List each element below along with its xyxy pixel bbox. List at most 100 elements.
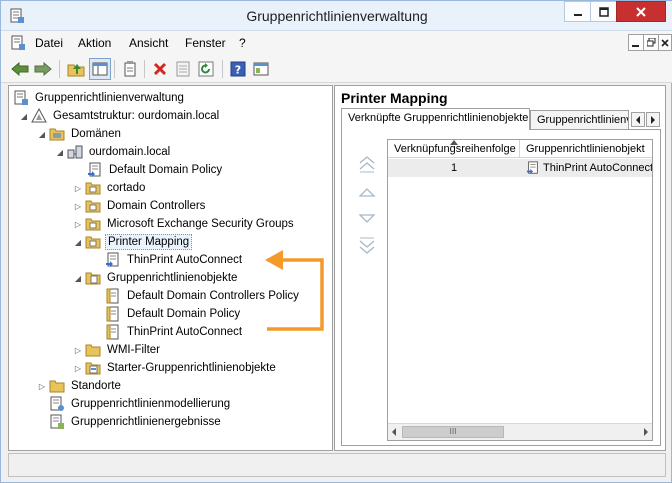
tree-item-printer-mapping[interactable]: ◢ Printer Mapping (73, 233, 193, 251)
tree-label: ThinPrint AutoConnect (127, 326, 243, 338)
folder-icon (49, 128, 65, 141)
tree-item-domains[interactable]: ◢ Domänen (37, 125, 123, 143)
tree-item-gpo-domain-policy[interactable]: Default Domain Policy (105, 305, 242, 323)
expand-triangle-icon[interactable]: ▷ (73, 184, 83, 193)
system-menu-icon[interactable] (10, 35, 26, 51)
table-cell-order: 1 (450, 162, 458, 174)
svg-text:?: ? (235, 64, 241, 77)
tree-label: Domänen (71, 128, 121, 140)
tree-item-sites[interactable]: ▷ Standorte (37, 377, 123, 395)
delete-button[interactable] (149, 58, 171, 80)
minimize-icon (632, 44, 639, 47)
forest-icon (31, 108, 47, 123)
title-bar[interactable]: Gruppenrichtlinienverwaltung (1, 1, 672, 31)
tree-item-starter-gpos[interactable]: ▷ Starter-Gruppenrichtlinienobjekte (73, 359, 278, 377)
tree-label: ThinPrint AutoConnect (127, 254, 243, 266)
linked-gpos-panel: Verknüpfungsreihenfolge Gruppenrichtlini… (341, 129, 661, 446)
export-list-button[interactable] (172, 58, 194, 80)
tree-item-gpo-container[interactable]: ◢ Gruppenrichtlinienobjekte (73, 269, 239, 287)
gpo-link-icon (106, 252, 119, 267)
collapse-triangle-icon[interactable]: ◢ (73, 238, 83, 247)
move-down-icon[interactable] (358, 210, 376, 228)
console-button[interactable] (250, 58, 272, 80)
expand-triangle-icon[interactable]: ▷ (37, 382, 47, 391)
minimize-button[interactable] (564, 1, 591, 22)
minimize-icon (573, 13, 582, 16)
tree-item-exchange-security-groups[interactable]: ▷ Microsoft Exchange Security Groups (73, 215, 296, 233)
move-up-icon[interactable] (358, 183, 376, 201)
help-button[interactable]: ? (227, 58, 249, 80)
collapse-triangle-icon[interactable]: ◢ (19, 112, 29, 121)
tree-item-gpo-thinprint[interactable]: ThinPrint AutoConnect (105, 323, 244, 341)
close-button[interactable] (616, 1, 666, 22)
menu-aktion[interactable]: Aktion (78, 36, 111, 50)
menu-ansicht[interactable]: Ansicht (129, 36, 168, 50)
gpo-icon (106, 306, 119, 322)
ou-folder-icon (85, 182, 101, 195)
tree-item-root[interactable]: Gruppenrichtlinienverwaltung (13, 89, 186, 107)
move-to-top-icon[interactable] (358, 156, 376, 174)
menu-datei[interactable]: Datei (35, 36, 63, 50)
tree-item-default-domain-policy-link[interactable]: Default Domain Policy (87, 161, 224, 179)
tree-item-domain-controllers[interactable]: ▷ Domain Controllers (73, 197, 207, 215)
export-list-icon (176, 61, 190, 77)
menu-help[interactable]: ? (239, 36, 246, 50)
tree-label: Standorte (71, 380, 121, 392)
column-header-gpo[interactable]: Gruppenrichtlinienobjekt (520, 140, 652, 158)
modeling-icon (50, 396, 64, 411)
move-to-bottom-icon[interactable] (358, 236, 376, 254)
tab-scroll-left-button[interactable] (631, 112, 645, 127)
chevron-right-icon (651, 115, 655, 124)
tree-label: cortado (107, 182, 146, 194)
collapse-triangle-icon[interactable]: ◢ (55, 148, 65, 157)
starter-gpo-folder-icon (85, 362, 101, 375)
domain-icon (67, 145, 83, 159)
collapse-triangle-icon[interactable]: ◢ (37, 130, 47, 139)
toolbar-separator (114, 60, 115, 78)
maximize-button[interactable] (590, 1, 617, 22)
show-hide-tree-button[interactable] (89, 58, 111, 80)
tree-label: Default Domain Controllers Policy (127, 290, 299, 302)
gpo-folder-icon (85, 272, 101, 285)
horizontal-scrollbar[interactable]: III (388, 423, 652, 440)
tree-label: Starter-Gruppenrichtlinienobjekte (107, 362, 276, 374)
linked-gpos-table[interactable]: Verknüpfungsreihenfolge Gruppenrichtlini… (387, 139, 653, 441)
tab-scroll-right-button[interactable] (646, 112, 660, 127)
tree-item-gpo-dc-policy[interactable]: Default Domain Controllers Policy (105, 287, 301, 305)
tree-item-wmi-filter[interactable]: ▷ WMI-Filter (73, 341, 162, 359)
mdi-minimize-button[interactable] (628, 34, 644, 51)
toolbar-separator (59, 60, 60, 78)
mdi-close-button[interactable] (658, 34, 672, 51)
tree-item-thinprint-link[interactable]: ThinPrint AutoConnect (105, 251, 244, 269)
tree-item-domain[interactable]: ◢ ourdomain.local (55, 143, 172, 161)
up-level-button[interactable] (65, 58, 87, 80)
tree-item-results[interactable]: Gruppenrichtlinienergebnisse (49, 413, 223, 431)
collapse-triangle-icon[interactable]: ◢ (73, 274, 83, 283)
scroll-left-icon[interactable] (391, 428, 397, 436)
tree-item-cortado[interactable]: ▷ cortado (73, 179, 147, 197)
folder-icon (49, 380, 65, 393)
tab-delegation[interactable]: Gruppenrichtlinienv (530, 110, 629, 130)
back-button[interactable] (9, 58, 31, 80)
tree-item-modeling[interactable]: Gruppenrichtlinienmodellierung (49, 395, 232, 413)
scroll-thumb[interactable]: III (402, 426, 504, 438)
tab-linked-gpos[interactable]: Verknüpfte Gruppenrichtlinienobjekte (341, 108, 530, 130)
scroll-right-icon[interactable] (643, 428, 649, 436)
mdi-restore-button[interactable] (643, 34, 659, 51)
refresh-button[interactable] (195, 58, 217, 80)
expand-triangle-icon[interactable]: ▷ (73, 220, 83, 229)
ou-folder-icon (85, 200, 101, 213)
tree-item-forest[interactable]: ◢ Gesamtstruktur: ourdomain.local (19, 107, 221, 125)
console-icon (253, 62, 269, 76)
expand-triangle-icon[interactable]: ▷ (73, 346, 83, 355)
expand-triangle-icon[interactable]: ▷ (73, 202, 83, 211)
console-tree-pane[interactable]: Gruppenrichtlinienverwaltung ◢ Gesamtstr… (8, 85, 333, 451)
menu-fenster[interactable]: Fenster (185, 36, 226, 50)
forward-button[interactable] (32, 58, 54, 80)
refresh-icon (198, 61, 214, 77)
properties-button[interactable] (119, 58, 141, 80)
expand-triangle-icon[interactable]: ▷ (73, 364, 83, 373)
gpo-icon (106, 324, 119, 340)
menu-bar: Datei Aktion Ansicht Fenster ? (1, 31, 672, 55)
help-icon: ? (230, 61, 246, 77)
